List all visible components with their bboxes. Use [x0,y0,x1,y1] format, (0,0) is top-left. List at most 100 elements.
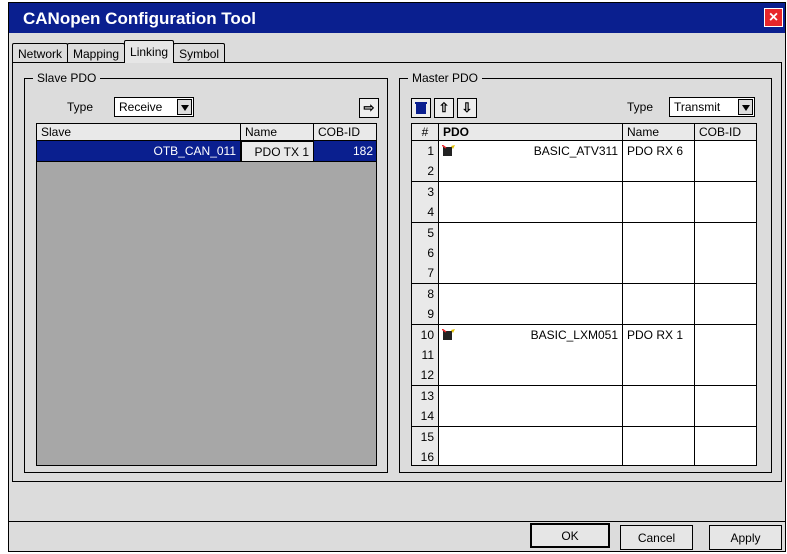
cobid-cell [695,222,756,244]
cobid-cell [695,181,756,203]
name-cell: PDO RX 6 [623,141,695,162]
name-cell [623,202,695,224]
name-cell [623,365,695,387]
transfer-arrow-icon[interactable]: ⇨ [359,98,379,118]
mapped-pdo-icon [441,144,456,157]
num-cell: 1 [412,141,439,162]
table-row[interactable]: 8 [412,283,756,305]
pdo-cell [439,406,623,428]
name-cell: PDO TX 1 [241,141,314,162]
master-type-select[interactable]: Transmit [669,97,755,117]
table-row[interactable]: 5 [412,222,756,244]
move-down-icon[interactable]: ⇩ [457,98,477,118]
cobid-cell [695,345,756,366]
pdo-cell [439,365,623,387]
apply-button[interactable]: Apply [709,525,782,550]
pdo-cell [439,263,623,285]
master-type-label: Type [627,100,654,114]
num-cell: 8 [412,283,439,305]
pdo-cell [439,447,623,465]
table-row[interactable]: 4 [412,202,756,224]
slave-type-value: Receive [119,100,163,114]
num-cell: 16 [412,447,439,465]
table-row[interactable]: 13 [412,385,756,407]
name-cell [623,406,695,428]
name-cell [623,181,695,203]
table-row[interactable]: 6 [412,243,756,264]
tab-linking[interactable]: Linking [124,40,175,63]
header-slave: Slave [37,124,241,141]
master-type-value: Transmit [674,100,721,114]
table-row[interactable]: 7 [412,263,756,285]
chevron-down-icon[interactable] [738,99,753,115]
name-cell [623,447,695,465]
num-cell: 4 [412,202,439,224]
cobid-cell [695,161,756,183]
cobid-cell [695,447,756,465]
num-cell: 9 [412,304,439,326]
header-name: Name [623,124,695,141]
table-row[interactable]: OTB_CAN_011 PDO TX 1 182 [37,141,376,162]
header-cobid: COB-ID [314,124,376,141]
header-pdo: PDO [439,124,623,141]
name-cell [623,243,695,264]
table-row[interactable]: 1 BASIC_ATV311 PDO RX 6 [412,141,756,162]
name-cell [623,263,695,285]
table-row[interactable]: 16 [412,447,756,465]
name-cell [623,426,695,448]
num-cell: 5 [412,222,439,244]
footer-divider [9,521,785,522]
pdo-cell: BASIC_ATV311 [439,141,623,162]
table-row[interactable]: 2 [412,161,756,183]
slave-pdo-label: Slave PDO [33,71,101,85]
slave-pdo-table: Slave Name COB-ID OTB_CAN_011 PDO TX 1 1… [36,123,377,466]
pdo-cell [439,345,623,366]
name-cell [623,304,695,326]
cobid-cell [695,324,756,346]
master-pdo-group: Master PDO ⇧ ⇩ Type Transmit # PDO Name … [399,71,772,473]
tab-mapping[interactable]: Mapping [67,43,126,63]
cobid-cell [695,426,756,448]
cobid-cell [695,202,756,224]
name-cell [623,283,695,305]
delete-icon[interactable] [411,98,431,118]
cobid-cell [695,406,756,428]
table-row[interactable]: 10 BASIC_LXM051 PDO RX 1 [412,324,756,346]
tab-symbol[interactable]: Symbol [173,43,226,63]
num-cell: 11 [412,345,439,366]
slave-pdo-group: Slave PDO Type Receive ⇨ Slave Name COB-… [24,71,388,473]
slave-type-select[interactable]: Receive [114,97,194,117]
table-row[interactable]: 9 [412,304,756,326]
cancel-button[interactable]: Cancel [620,525,693,550]
table-row[interactable]: 3 [412,181,756,203]
table-row[interactable]: 12 [412,365,756,387]
pdo-cell [439,161,623,183]
close-button[interactable]: × [764,8,783,27]
table-row[interactable]: 11 [412,345,756,366]
tab-strip: Network Mapping Linking Symbol [12,40,226,63]
window-title: CANopen Configuration Tool [23,9,256,28]
pdo-cell [439,243,623,264]
cobid-cell [695,283,756,305]
move-up-icon[interactable]: ⇧ [434,98,454,118]
num-cell: 15 [412,426,439,448]
pdo-cell [439,304,623,326]
num-cell: 14 [412,406,439,428]
table-row[interactable]: 14 [412,406,756,428]
cobid-cell [695,141,756,162]
header-num: # [412,124,439,141]
name-cell [623,385,695,407]
tab-network[interactable]: Network [12,43,69,63]
ok-button[interactable]: OK [530,523,610,548]
cobid-cell [695,365,756,387]
pdo-cell [439,385,623,407]
cobid-cell [695,243,756,264]
mapped-pdo-icon [441,327,456,341]
num-cell: 2 [412,161,439,183]
num-cell: 3 [412,181,439,203]
table-row[interactable]: 15 [412,426,756,448]
cobid-cell [695,263,756,285]
name-cell [623,161,695,183]
chevron-down-icon[interactable] [177,99,192,115]
linking-panel: Slave PDO Type Receive ⇨ Slave Name COB-… [12,62,782,482]
